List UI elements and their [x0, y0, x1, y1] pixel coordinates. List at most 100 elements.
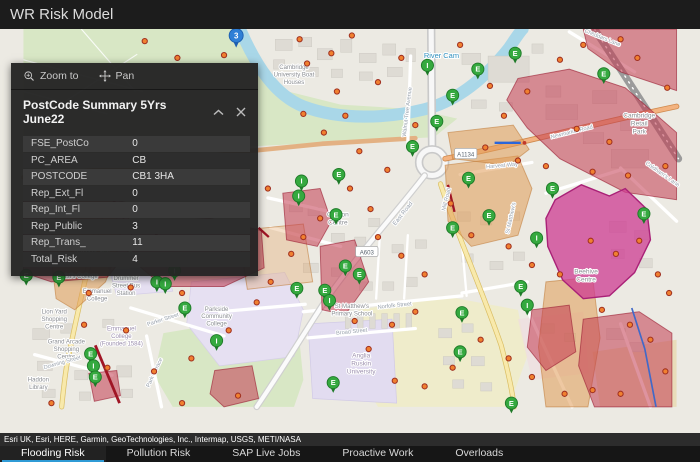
incident-dot[interactable]: [301, 234, 306, 239]
tab-flooding-risk[interactable]: Flooding Risk: [0, 446, 106, 462]
incident-dot[interactable]: [392, 378, 397, 383]
incident-dot[interactable]: [613, 251, 618, 256]
incident-dot[interactable]: [469, 233, 474, 238]
incident-dot[interactable]: [123, 328, 128, 333]
incident-dot[interactable]: [487, 83, 492, 88]
incident-dot[interactable]: [557, 57, 562, 62]
incident-dot[interactable]: [399, 253, 404, 258]
incident-dot[interactable]: [142, 39, 147, 44]
incident-dot[interactable]: [334, 89, 339, 94]
incident-dot[interactable]: [588, 238, 593, 243]
incident-dot[interactable]: [329, 51, 334, 56]
incident-dot[interactable]: [590, 169, 595, 174]
incident-dot[interactable]: [655, 272, 660, 277]
incident-dot[interactable]: [389, 322, 394, 327]
incident-dot[interactable]: [357, 149, 362, 154]
incident-dot[interactable]: [581, 42, 586, 47]
tab-proactive-work[interactable]: Proactive Work: [321, 446, 434, 462]
incident-dot[interactable]: [450, 365, 455, 370]
incident-dot[interactable]: [352, 318, 357, 323]
popup-action-zoom-to[interactable]: Zoom to: [23, 70, 79, 82]
incident-dot[interactable]: [574, 126, 579, 131]
incident-dot[interactable]: [81, 322, 86, 327]
incident-dot[interactable]: [422, 272, 427, 277]
popup-action-pan[interactable]: Pan: [99, 70, 135, 82]
chevron-up-icon[interactable]: [213, 109, 224, 116]
incident-dot[interactable]: [413, 122, 418, 127]
incident-dot[interactable]: [385, 167, 390, 172]
incident-dot[interactable]: [515, 158, 520, 163]
incident-dot[interactable]: [529, 262, 534, 267]
incident-dot[interactable]: [151, 369, 156, 374]
incident-dot[interactable]: [637, 238, 642, 243]
incident-dot[interactable]: [226, 328, 231, 333]
incident-dot[interactable]: [457, 42, 462, 47]
incident-dot[interactable]: [627, 322, 632, 327]
incident-dot[interactable]: [265, 186, 270, 191]
incident-dot[interactable]: [343, 113, 348, 118]
map-canvas[interactable]: River CamCambridgeUniversity BoatHousesC…: [0, 29, 700, 433]
svg-text:I: I: [92, 361, 94, 370]
incident-dot[interactable]: [562, 391, 567, 396]
incident-dot[interactable]: [221, 53, 226, 58]
incident-dot[interactable]: [448, 201, 453, 206]
incident-dot[interactable]: [478, 337, 483, 342]
incident-dot[interactable]: [254, 300, 259, 305]
incident-dot[interactable]: [663, 369, 668, 374]
incident-dot[interactable]: [366, 346, 371, 351]
incident-dot[interactable]: [304, 61, 309, 66]
risk-pin-marker[interactable]: E: [505, 397, 517, 413]
incident-dot[interactable]: [607, 139, 612, 144]
incident-dot[interactable]: [501, 113, 506, 118]
incident-dot[interactable]: [483, 145, 488, 150]
incident-dot[interactable]: [86, 290, 91, 295]
incident-dot[interactable]: [179, 401, 184, 406]
incident-dot[interactable]: [189, 356, 194, 361]
incident-dot[interactable]: [301, 111, 306, 116]
incident-dot[interactable]: [635, 55, 640, 60]
incident-dot[interactable]: [297, 37, 302, 42]
incident-dot[interactable]: [666, 290, 671, 295]
incident-dot[interactable]: [599, 307, 604, 312]
svg-text:E: E: [93, 373, 98, 382]
incident-dot[interactable]: [625, 173, 630, 178]
incident-dot[interactable]: [618, 37, 623, 42]
app-window: WR Risk Model: [0, 0, 700, 462]
incident-dot[interactable]: [105, 365, 110, 370]
incident-dot[interactable]: [289, 251, 294, 256]
map-label: HaddonLibrary: [28, 378, 49, 391]
incident-dot[interactable]: [347, 186, 352, 191]
incident-dot[interactable]: [179, 290, 184, 295]
incident-dot[interactable]: [529, 374, 534, 379]
tab-pollution-risk[interactable]: Pollution Risk: [106, 446, 212, 462]
feature-popup: Zoom toPan PostCode Summary 5Yrs June22 …: [11, 63, 258, 276]
incident-dot[interactable]: [506, 356, 511, 361]
incident-dot[interactable]: [368, 206, 373, 211]
incident-dot[interactable]: [268, 279, 273, 284]
incident-dot[interactable]: [413, 309, 418, 314]
incident-dot[interactable]: [349, 33, 354, 38]
incident-dot[interactable]: [422, 384, 427, 389]
tab-overloads[interactable]: Overloads: [434, 446, 524, 462]
incident-dot[interactable]: [648, 337, 653, 342]
incident-dot[interactable]: [128, 285, 133, 290]
tab-sap-live-jobs[interactable]: SAP Live Jobs: [211, 446, 321, 462]
incident-dot[interactable]: [557, 272, 562, 277]
incident-dot[interactable]: [543, 164, 548, 169]
incident-dot[interactable]: [375, 80, 380, 85]
incident-dot[interactable]: [321, 130, 326, 135]
incident-dot[interactable]: [399, 55, 404, 60]
incident-dot[interactable]: [375, 234, 380, 239]
close-icon[interactable]: [236, 107, 246, 117]
incident-dot[interactable]: [318, 216, 323, 221]
incident-dot[interactable]: [665, 85, 670, 90]
incident-dot[interactable]: [175, 55, 180, 60]
incident-dot[interactable]: [525, 89, 530, 94]
incident-dot[interactable]: [663, 164, 668, 169]
incident-dot[interactable]: [506, 244, 511, 249]
incident-dot[interactable]: [49, 401, 54, 406]
incident-dot[interactable]: [590, 387, 595, 392]
incident-dot[interactable]: [618, 391, 623, 396]
incident-dot[interactable]: [235, 393, 240, 398]
page-title: WR Risk Model: [10, 6, 113, 23]
